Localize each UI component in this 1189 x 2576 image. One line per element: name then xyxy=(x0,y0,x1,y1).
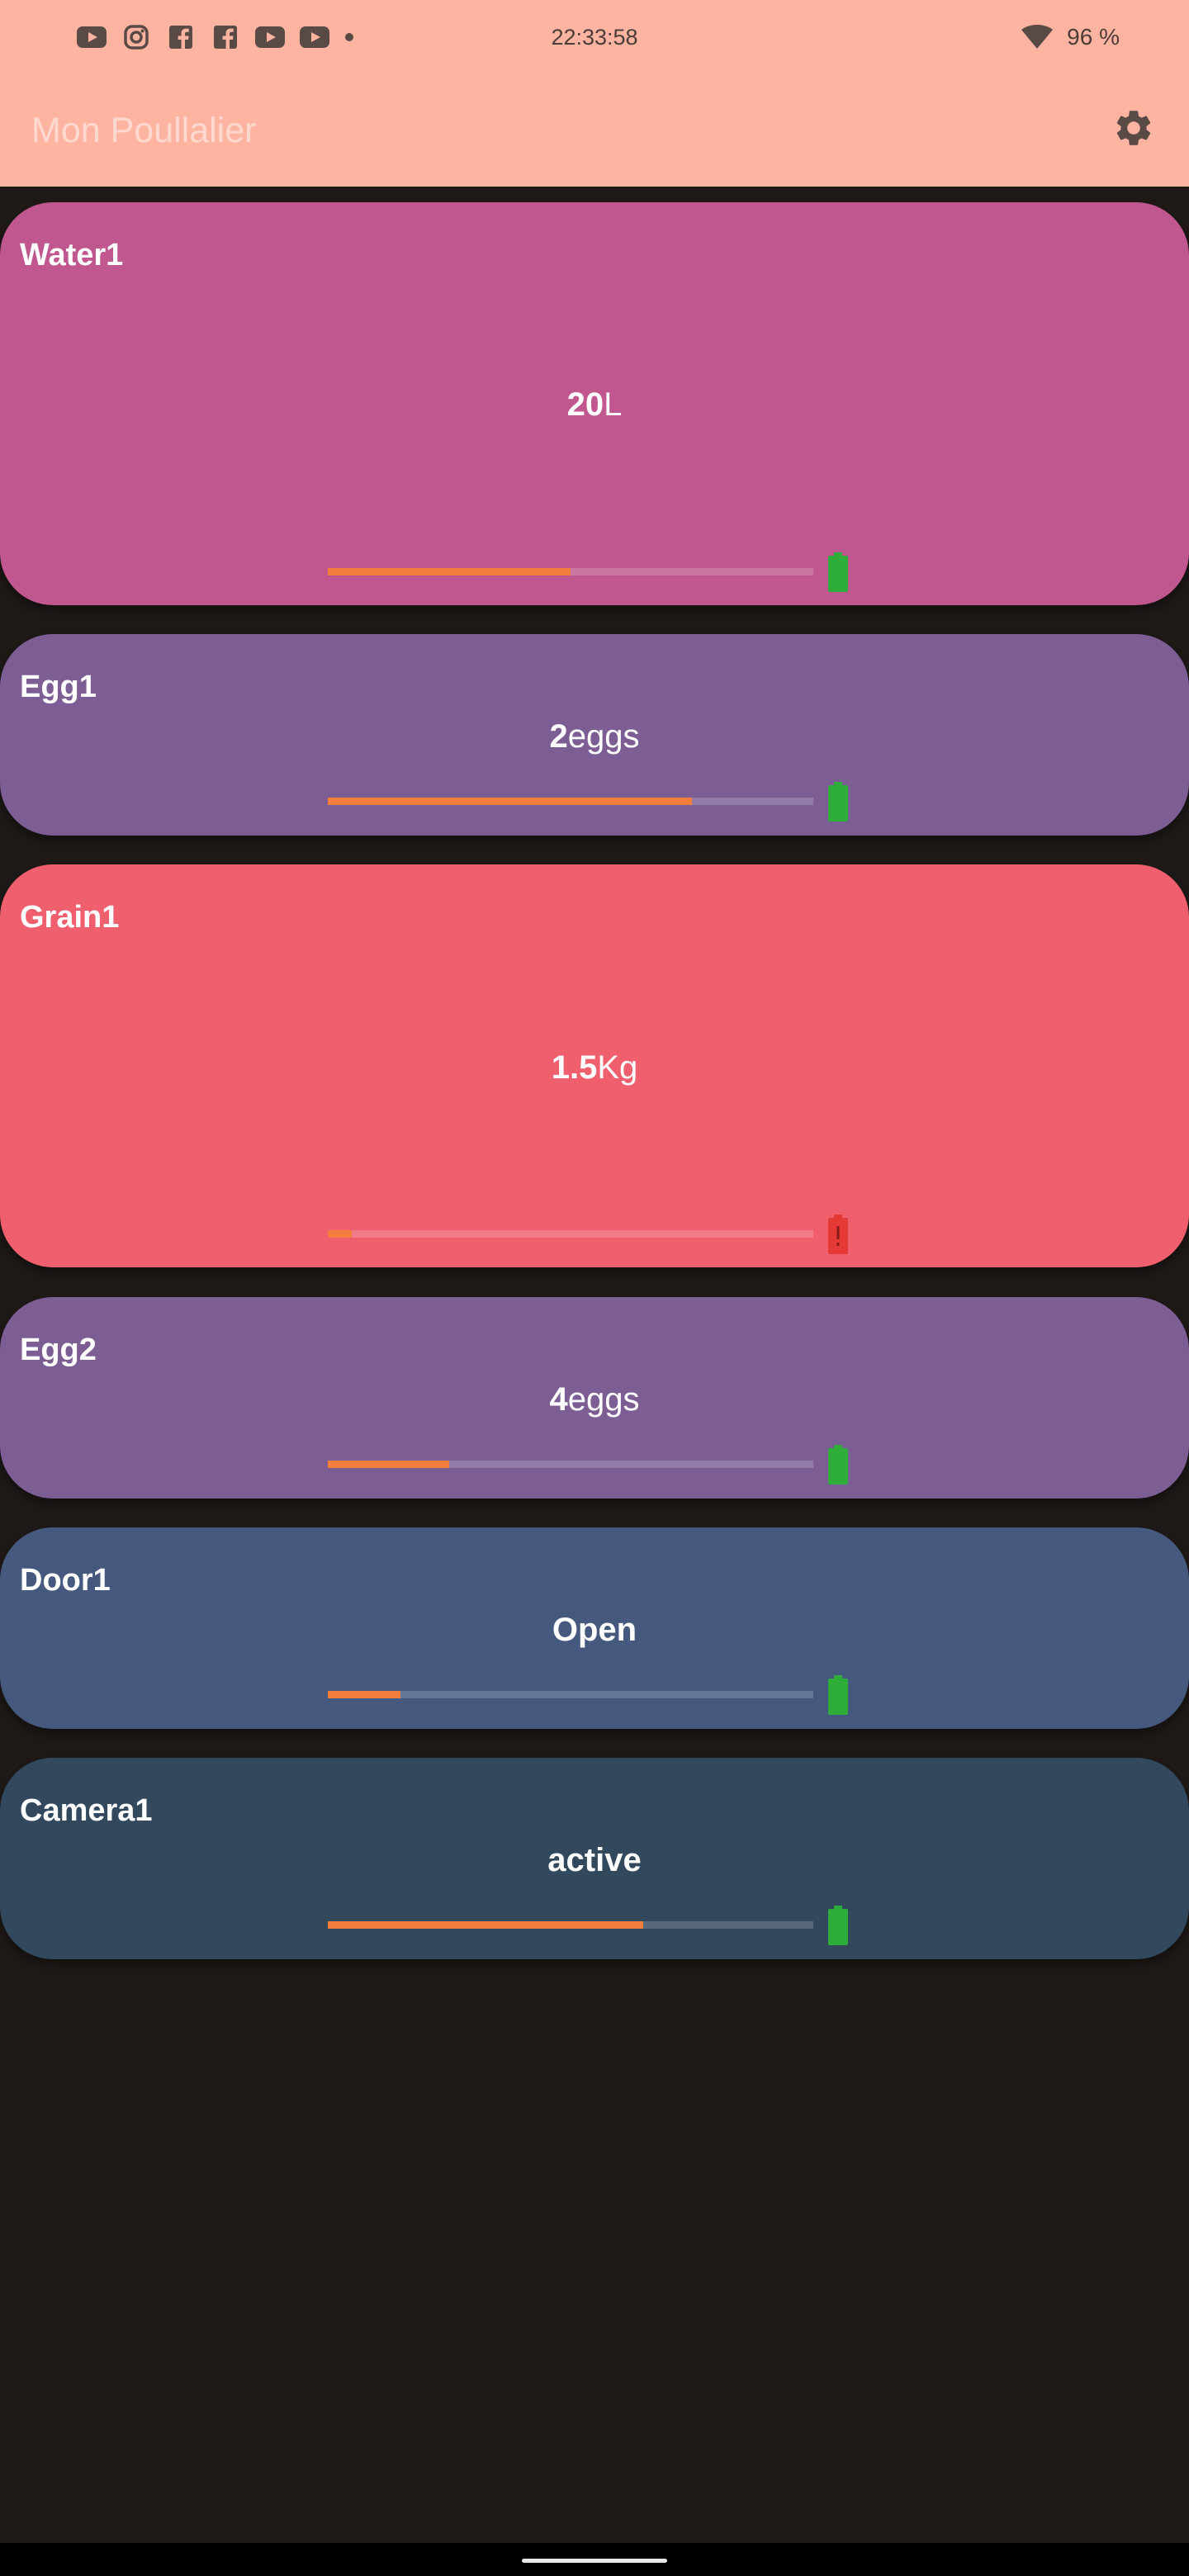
card-value: Open xyxy=(0,1609,1189,1650)
card-value: 20L xyxy=(0,384,1189,425)
level-bar-fill xyxy=(328,568,571,575)
card-value: 1.5Kg xyxy=(0,1047,1189,1088)
level-bar xyxy=(328,1691,813,1698)
level-bar-fill xyxy=(328,798,692,805)
status-time: 22:33:58 xyxy=(551,25,638,50)
wifi-icon xyxy=(1021,25,1054,50)
value-number: Open xyxy=(552,1612,637,1648)
navigation-bar xyxy=(0,2543,1189,2576)
level-bar xyxy=(328,798,813,805)
battery-full-icon xyxy=(828,1445,848,1485)
value-number: 1.5 xyxy=(551,1049,598,1086)
battery-full-icon xyxy=(828,552,848,592)
app-title: Mon Poullalier xyxy=(31,111,257,150)
card-title: Door1 xyxy=(20,1563,111,1598)
sensor-card-grain1[interactable]: Grain1 1.5Kg xyxy=(0,864,1189,1267)
value-number: active xyxy=(547,1842,642,1878)
level-bar-fill xyxy=(328,1230,353,1238)
sensor-card-camera1[interactable]: Camera1 active xyxy=(0,1758,1189,1959)
card-title: Egg2 xyxy=(20,1333,97,1367)
card-title: Water1 xyxy=(20,238,124,272)
sensor-card-door1[interactable]: Door1 Open xyxy=(0,1527,1189,1729)
level-bar-fill xyxy=(328,1921,644,1929)
battery-full-icon xyxy=(828,1675,848,1715)
app-bar: Mon Poullalier xyxy=(0,74,1189,187)
card-value: 2eggs xyxy=(0,716,1189,757)
sensor-card-egg2[interactable]: Egg2 4eggs xyxy=(0,1297,1189,1499)
gear-icon xyxy=(1112,107,1155,154)
value-unit: Kg xyxy=(597,1049,638,1086)
home-gesture-handle[interactable] xyxy=(522,2559,667,2563)
value-unit: eggs xyxy=(567,718,640,755)
value-number: 2 xyxy=(549,718,568,755)
card-value: 4eggs xyxy=(0,1379,1189,1420)
sensor-card-water1[interactable]: Water1 20L xyxy=(0,202,1189,605)
battery-percentage: 96 % xyxy=(1067,24,1120,50)
level-bar xyxy=(328,1230,813,1238)
battery-alert-icon xyxy=(828,1215,848,1254)
battery-full-icon xyxy=(828,782,848,822)
value-number: 20 xyxy=(566,386,604,423)
card-title: Egg1 xyxy=(20,670,97,704)
card-title: Camera1 xyxy=(20,1793,153,1828)
status-indicators: 96 % xyxy=(1021,21,1120,53)
card-title: Grain1 xyxy=(20,900,120,935)
level-bar xyxy=(328,1921,813,1929)
sensor-card-egg1[interactable]: Egg1 2eggs xyxy=(0,634,1189,836)
level-bar-fill xyxy=(328,1691,401,1698)
level-bar xyxy=(328,1461,813,1468)
level-bar-fill xyxy=(328,1461,449,1468)
value-unit: eggs xyxy=(567,1381,640,1418)
card-value: active xyxy=(0,1840,1189,1881)
value-number: 4 xyxy=(549,1381,568,1418)
value-unit: L xyxy=(604,386,623,423)
status-bar: 22:33:58 96 % xyxy=(0,0,1189,74)
settings-button[interactable] xyxy=(1110,106,1158,154)
level-bar xyxy=(328,568,813,575)
battery-full-icon xyxy=(828,1906,848,1945)
